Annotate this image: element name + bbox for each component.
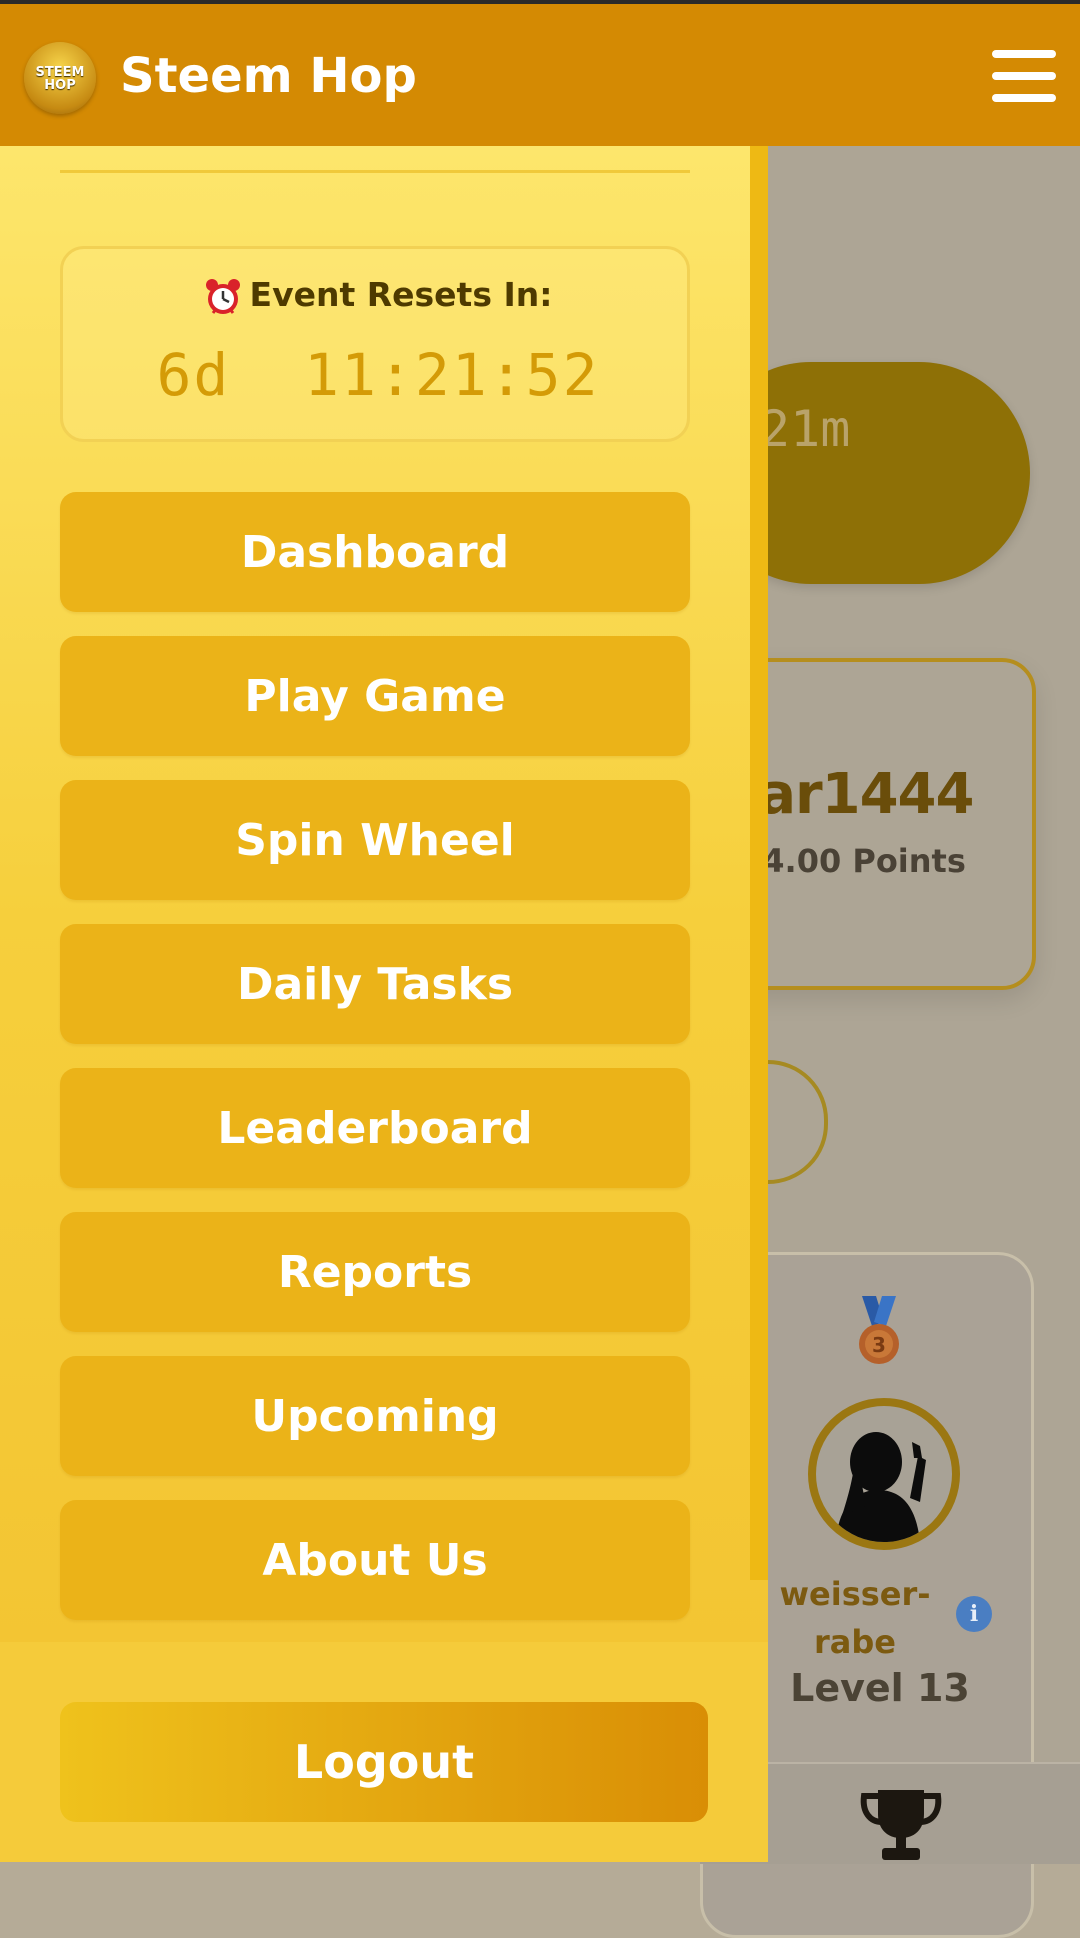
app-header: STEEM HOP Steem Hop <box>0 0 1080 146</box>
bronze-medal-icon: 3 <box>859 1296 899 1364</box>
drawer-divider <box>60 170 690 173</box>
trophy-icon <box>860 1790 942 1860</box>
app-logo[interactable]: STEEM HOP <box>24 42 96 114</box>
bg-user-points: 54.00 Points <box>740 842 966 880</box>
avatar <box>808 1398 960 1550</box>
event-countdown: 6d 11:21:52 <box>156 341 600 409</box>
menu-reports-button[interactable]: Reports <box>60 1212 690 1332</box>
menu-play-game-button[interactable]: Play Game <box>60 636 690 756</box>
menu-daily-tasks-button[interactable]: Daily Tasks <box>60 924 690 1044</box>
event-reset-label: Event Resets In: <box>63 275 693 316</box>
alarm-clock-icon <box>205 278 240 314</box>
logout-button[interactable]: Logout <box>60 1702 708 1822</box>
info-icon: i <box>956 1596 992 1632</box>
drawer-scroll-edge <box>750 146 768 1580</box>
bg-leaderboard-level: Level 13 <box>790 1666 970 1710</box>
menu-spin-wheel-button[interactable]: Spin Wheel <box>60 780 690 900</box>
hamburger-icon[interactable] <box>992 50 1056 106</box>
svg-text:3: 3 <box>872 1333 886 1357</box>
menu-upcoming-button[interactable]: Upcoming <box>60 1356 690 1476</box>
event-reset-box: Event Resets In: 6d 11:21:52 <box>60 246 690 442</box>
bg-user-name: iar1444 <box>740 762 974 827</box>
menu-about-us-button[interactable]: About Us <box>60 1500 690 1620</box>
menu-dashboard-button[interactable]: Dashboard <box>60 492 690 612</box>
logo-text: STEEM HOP <box>35 65 85 93</box>
bg-timer-text: 21m <box>760 400 851 458</box>
bg-leaderboard-name: weisser-rabe <box>779 1575 931 1661</box>
menu-leaderboard-button[interactable]: Leaderboard <box>60 1068 690 1188</box>
side-drawer: Event Resets In: 6d 11:21:52 Dashboard P… <box>0 146 768 1862</box>
event-reset-text: Event Resets In: <box>249 275 553 314</box>
app-title: Steem Hop <box>120 48 417 104</box>
